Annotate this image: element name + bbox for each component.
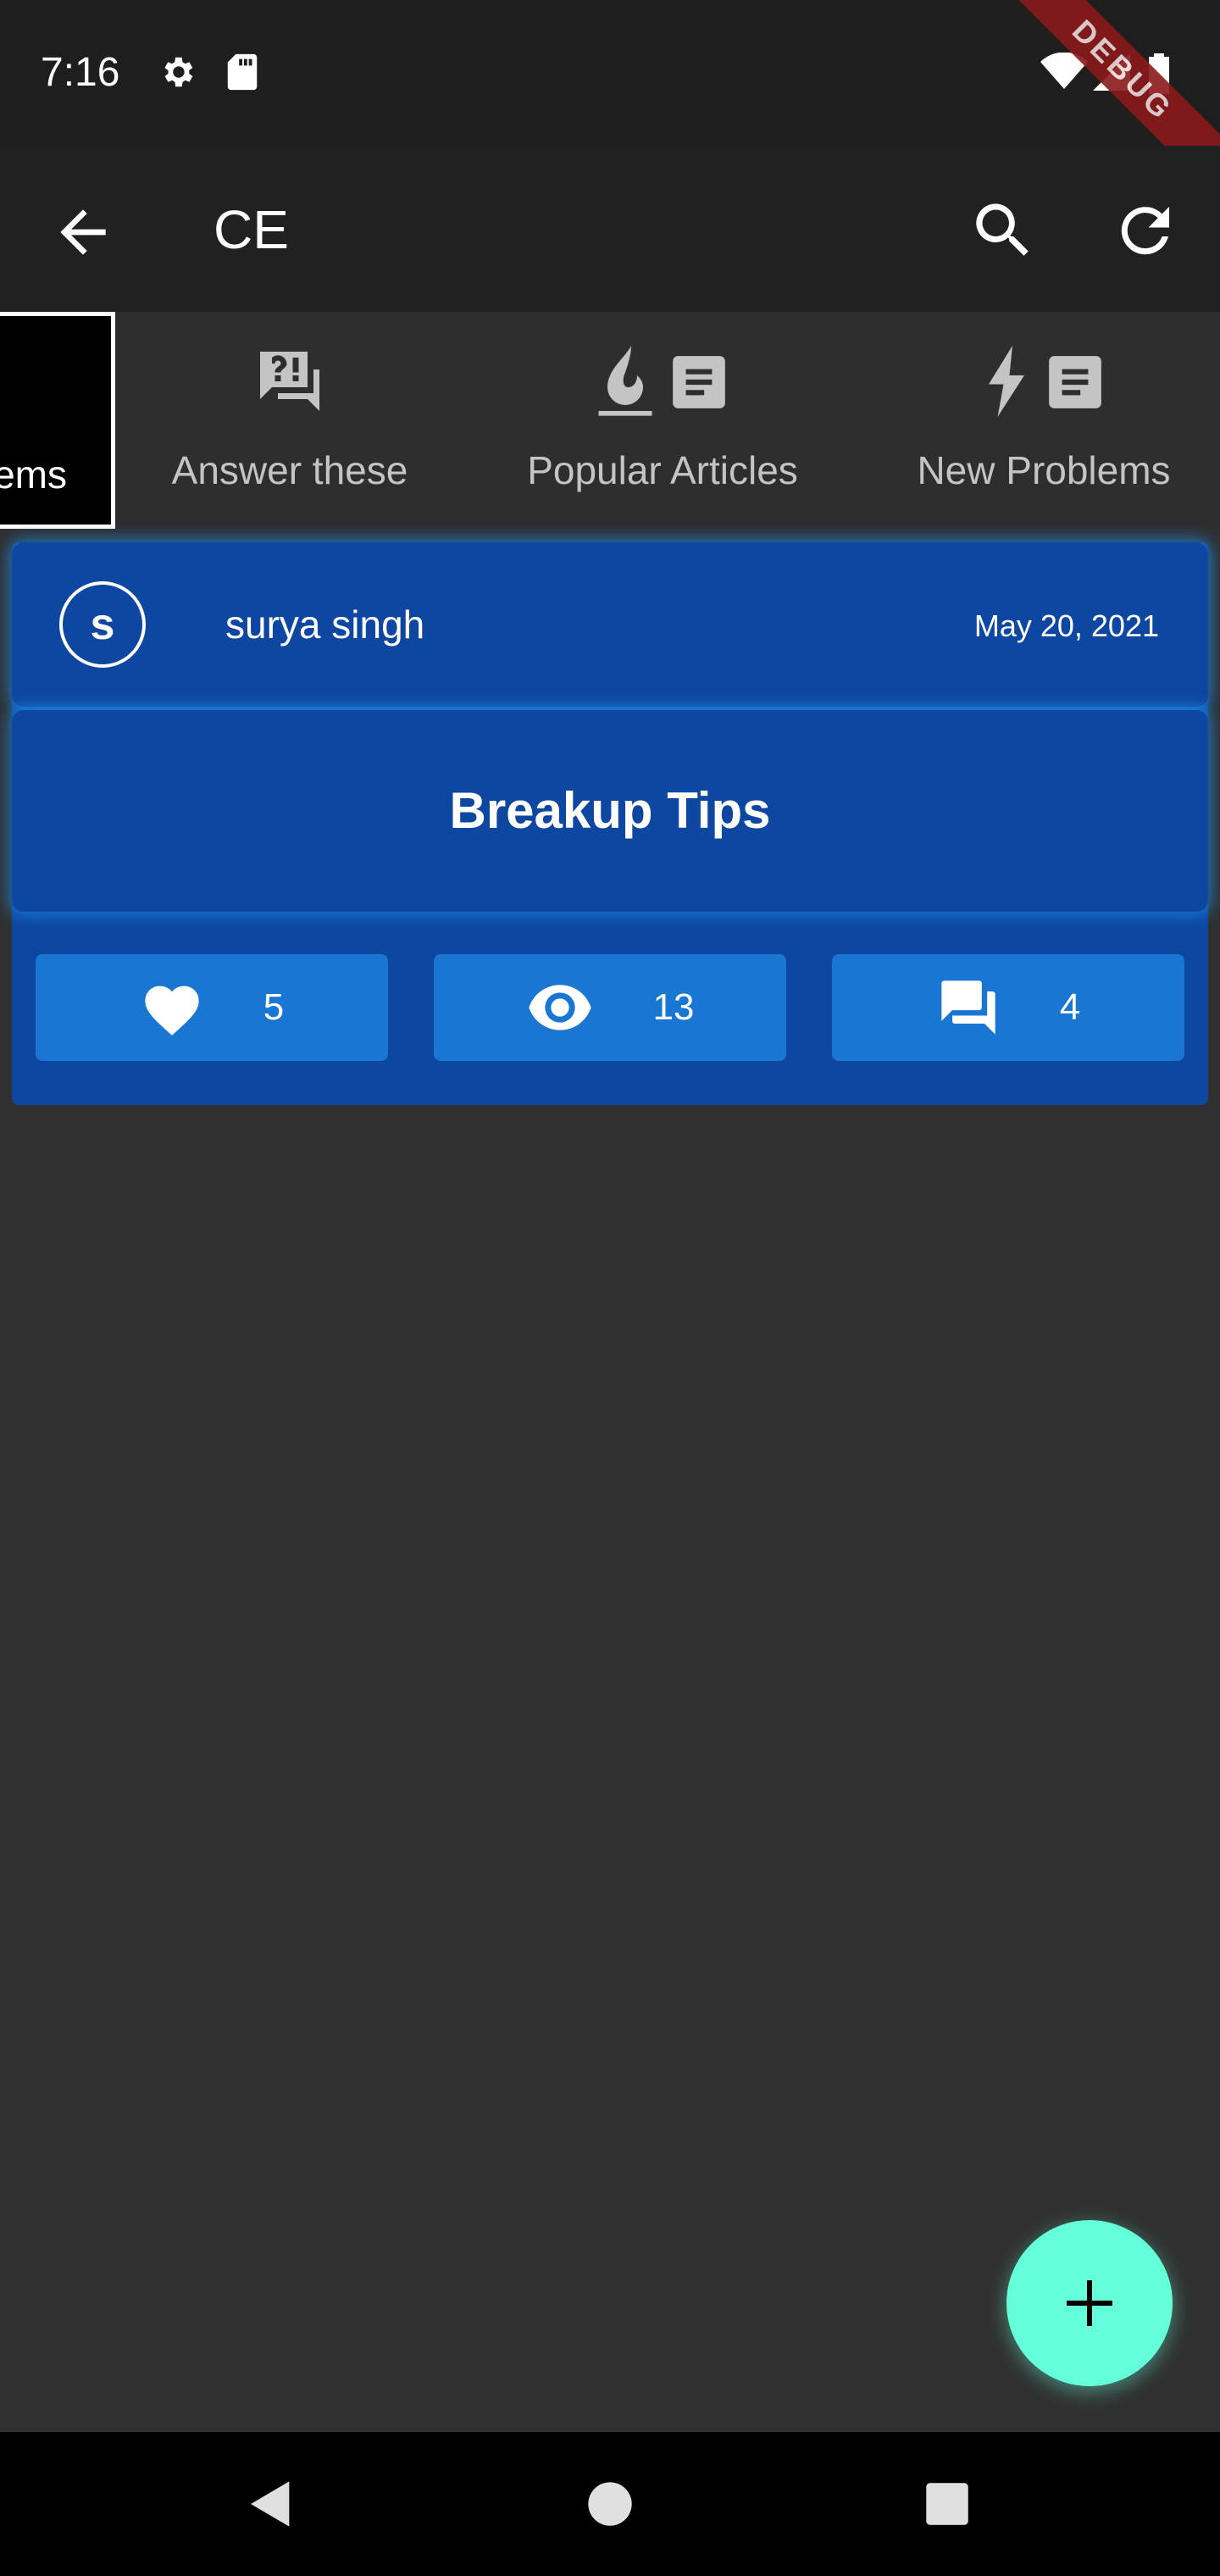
question-chat-icon [260,352,319,411]
comments-button[interactable]: 4 [832,954,1184,1061]
tab-answer-these[interactable]: Answer these [144,312,435,529]
tab-new-problems[interactable]: New Problems [896,312,1191,529]
heart-icon [145,985,199,1035]
add-icon [1067,2280,1112,2326]
system-nav-bar [0,2432,1220,2576]
search-icon[interactable] [968,195,1039,266]
page-title: CE [214,199,289,260]
add-post-button[interactable] [1006,2220,1173,2386]
view-count: 13 [652,986,695,1028]
tab-label: ems [0,452,67,497]
settings-icon [164,57,193,87]
nav-home-icon [588,2482,632,2526]
author-name: surya singh [225,602,425,647]
nav-recents-button[interactable] [905,2432,990,2576]
back-arrow-icon[interactable] [49,198,117,266]
status-bar: 7:16 DEBUG [0,0,1220,214]
like-button[interactable]: 5 [36,954,388,1061]
post-title[interactable]: Breakup Tips [12,710,1208,912]
nav-back-button[interactable] [229,2432,313,2576]
tab-problems[interactable]: ems [0,312,115,529]
tab-label: New Problems [917,448,1171,492]
tab-label: Popular Articles [527,448,798,492]
nav-home-button[interactable] [568,2432,652,2576]
eye-icon [528,985,591,1030]
app-bar: CE [0,146,1220,312]
nav-back-icon [251,2481,290,2527]
article-icon [673,356,725,408]
comment-count: 4 [1059,986,1081,1028]
avatar[interactable]: s [59,581,146,668]
like-count: 5 [263,986,285,1028]
tab-label: Answer these [171,448,408,492]
post-date: May 20, 2021 [973,608,1159,643]
tab-popular-articles[interactable]: Popular Articles [502,312,824,529]
forum-icon [941,980,995,1035]
bolt-icon [989,346,1024,417]
nav-recents-icon [926,2483,968,2525]
fire-icon [598,346,652,416]
refresh-icon[interactable] [1110,195,1181,266]
status-time: 7:16 [41,50,120,95]
post-header[interactable]: s surya singh May 20, 2021 [12,542,1208,707]
article-icon [1049,356,1101,408]
views-button[interactable]: 13 [434,954,786,1061]
sd-card-icon [227,53,258,91]
tab-bar: ems Answer these Popular Articles New Pr… [0,312,1220,529]
